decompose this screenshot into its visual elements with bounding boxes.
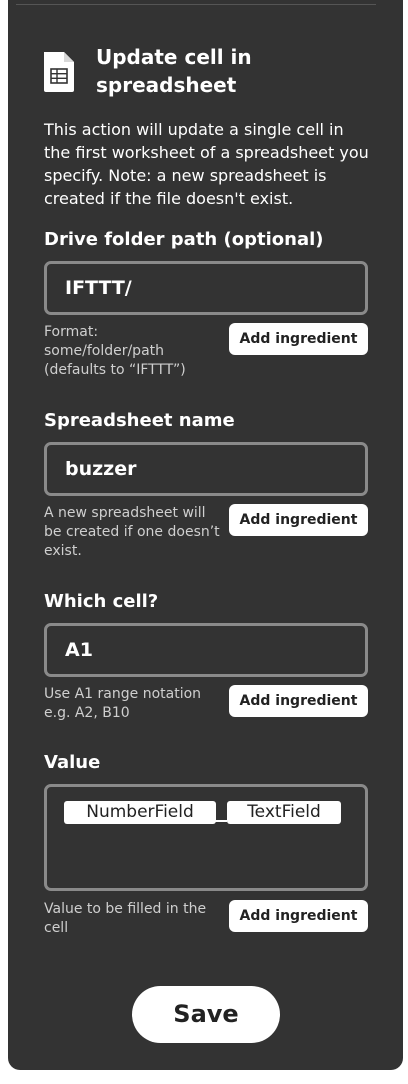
add-ingredient-button-value[interactable]: Add ingredient <box>229 900 368 932</box>
which-cell-helper: Use A1 range notation e.g. A2, B10 <box>44 686 202 721</box>
which-cell-input[interactable]: A1 <box>44 623 368 677</box>
value-textarea[interactable]: NumberField TextField <box>44 784 368 891</box>
spreadsheet-name-value: buzzer <box>65 458 137 480</box>
spreadsheet-name-input[interactable]: buzzer <box>44 442 368 496</box>
add-ingredient-button-spreadsheet[interactable]: Add ingredient <box>229 504 368 536</box>
action-title: Update cell in spreadsheet <box>96 45 252 97</box>
which-cell-value: A1 <box>65 639 93 661</box>
add-ingredient-button-folder[interactable]: Add ingredient <box>229 323 368 355</box>
ingredient-separator <box>215 820 227 822</box>
spreadsheet-name-helper: A new spreadsheet will be created if one… <box>44 505 220 559</box>
spreadsheet-name-label: Spreadsheet name <box>44 410 235 431</box>
value-label: Value <box>44 752 101 773</box>
spreadsheet-document-icon <box>42 52 76 92</box>
drive-folder-path-helper: Format: some/folder/path (defaults to “I… <box>44 324 186 378</box>
drive-folder-path-label: Drive folder path (optional) <box>44 229 324 250</box>
add-ingredient-button-cell[interactable]: Add ingredient <box>229 685 368 717</box>
action-description: This action will update a single cell in… <box>44 120 369 208</box>
which-cell-label: Which cell? <box>44 591 159 612</box>
drive-folder-path-value: IFTTT/ <box>65 277 132 299</box>
save-button[interactable]: Save <box>132 986 280 1043</box>
drive-folder-path-input[interactable]: IFTTT/ <box>44 261 368 315</box>
top-divider <box>16 4 376 5</box>
ingredient-pill-numberfield[interactable]: NumberField <box>64 801 216 824</box>
value-helper: Value to be filled in the cell <box>44 901 207 936</box>
ingredient-pill-textfield[interactable]: TextField <box>227 801 341 824</box>
